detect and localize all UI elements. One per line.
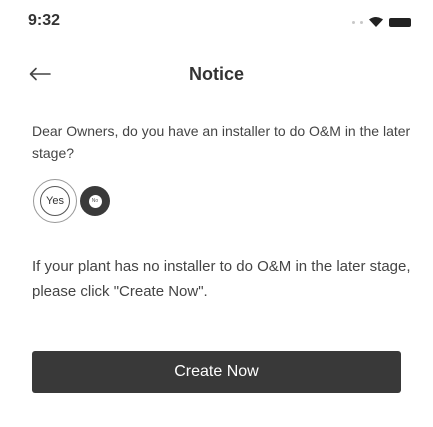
hint-text: If your plant has no installer to do O&M… (32, 258, 411, 300)
no-option[interactable]: No (80, 186, 110, 216)
signal-dot-icon (352, 20, 355, 24)
signal-dot-icon (360, 20, 363, 24)
nav-bar: Notice (0, 44, 433, 102)
no-label: No (88, 194, 102, 208)
wifi-icon (369, 17, 383, 27)
yes-label: Yes (40, 186, 70, 216)
status-time: 9:32 (28, 12, 61, 29)
battery-icon (389, 17, 411, 27)
question-text: Dear Owners, do you have an installer to… (32, 123, 411, 161)
yes-option[interactable]: Yes (32, 178, 78, 224)
page-title: Notice (188, 64, 244, 84)
status-bar: 9:32 (0, 0, 433, 44)
status-icons (352, 15, 411, 29)
create-now-button[interactable]: Create Now (32, 351, 401, 393)
answer-choices: Yes No (32, 178, 110, 224)
